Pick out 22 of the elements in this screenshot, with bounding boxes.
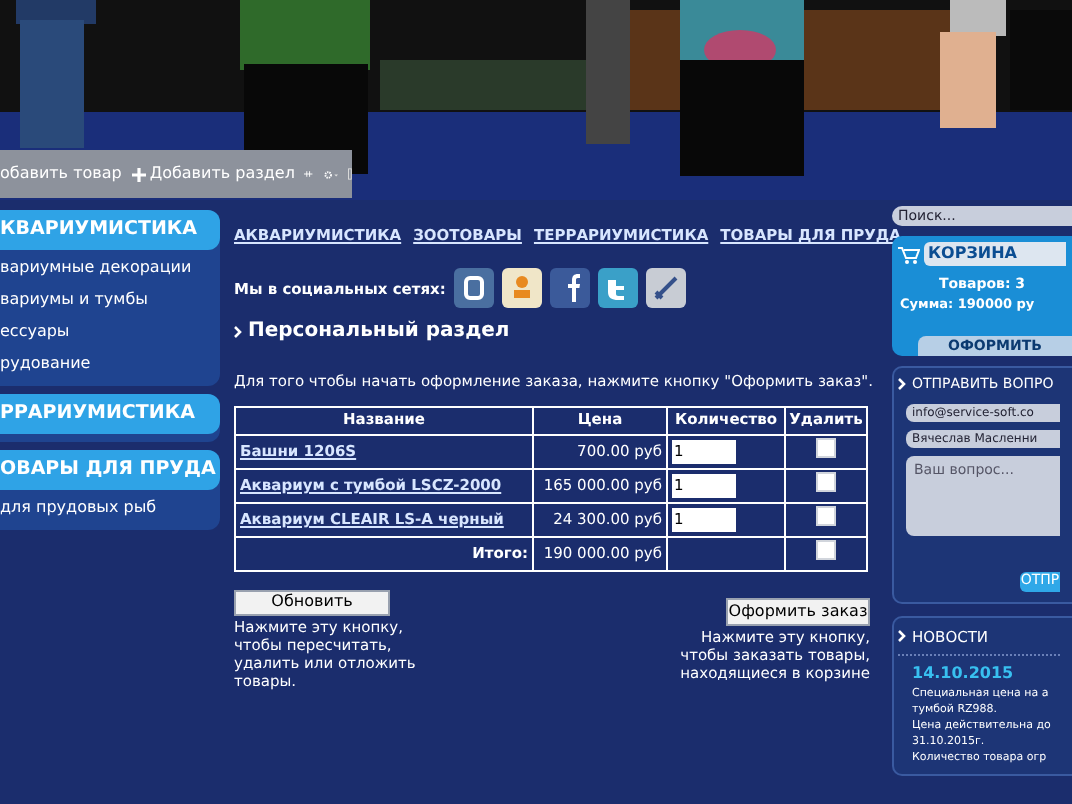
pin-icon[interactable] <box>304 166 314 182</box>
checkbox[interactable] <box>816 505 836 526</box>
checkbox[interactable] <box>816 539 836 560</box>
checkbox[interactable] <box>816 437 836 458</box>
section-title: Персональный раздел <box>248 318 510 347</box>
sidebar-link[interactable]: для прудовых рыб <box>0 492 220 522</box>
chevron-icon <box>898 378 906 391</box>
sidebar-link[interactable]: вариумы и тумбы <box>0 284 220 314</box>
basket-title: КОРЗИНА <box>924 242 1066 266</box>
update-button[interactable]: Обновить <box>234 589 390 615</box>
order-button[interactable]: Оформить заказ <box>726 597 870 625</box>
plus-icon <box>131 167 146 181</box>
drag-handle-icon[interactable] <box>348 162 352 186</box>
cart-icon <box>898 245 920 263</box>
news-date: 14.10.2015 <box>912 661 1016 686</box>
sidebar-link[interactable]: рудование <box>0 348 220 378</box>
chevron-icon <box>898 630 906 643</box>
sidebar-link[interactable]: ессуары <box>0 316 220 346</box>
gear-icon[interactable] <box>323 165 339 183</box>
checkbox[interactable] <box>816 471 836 492</box>
chevron-icon <box>234 325 242 338</box>
sidebar-link[interactable]: вариумные декорации <box>0 252 220 282</box>
